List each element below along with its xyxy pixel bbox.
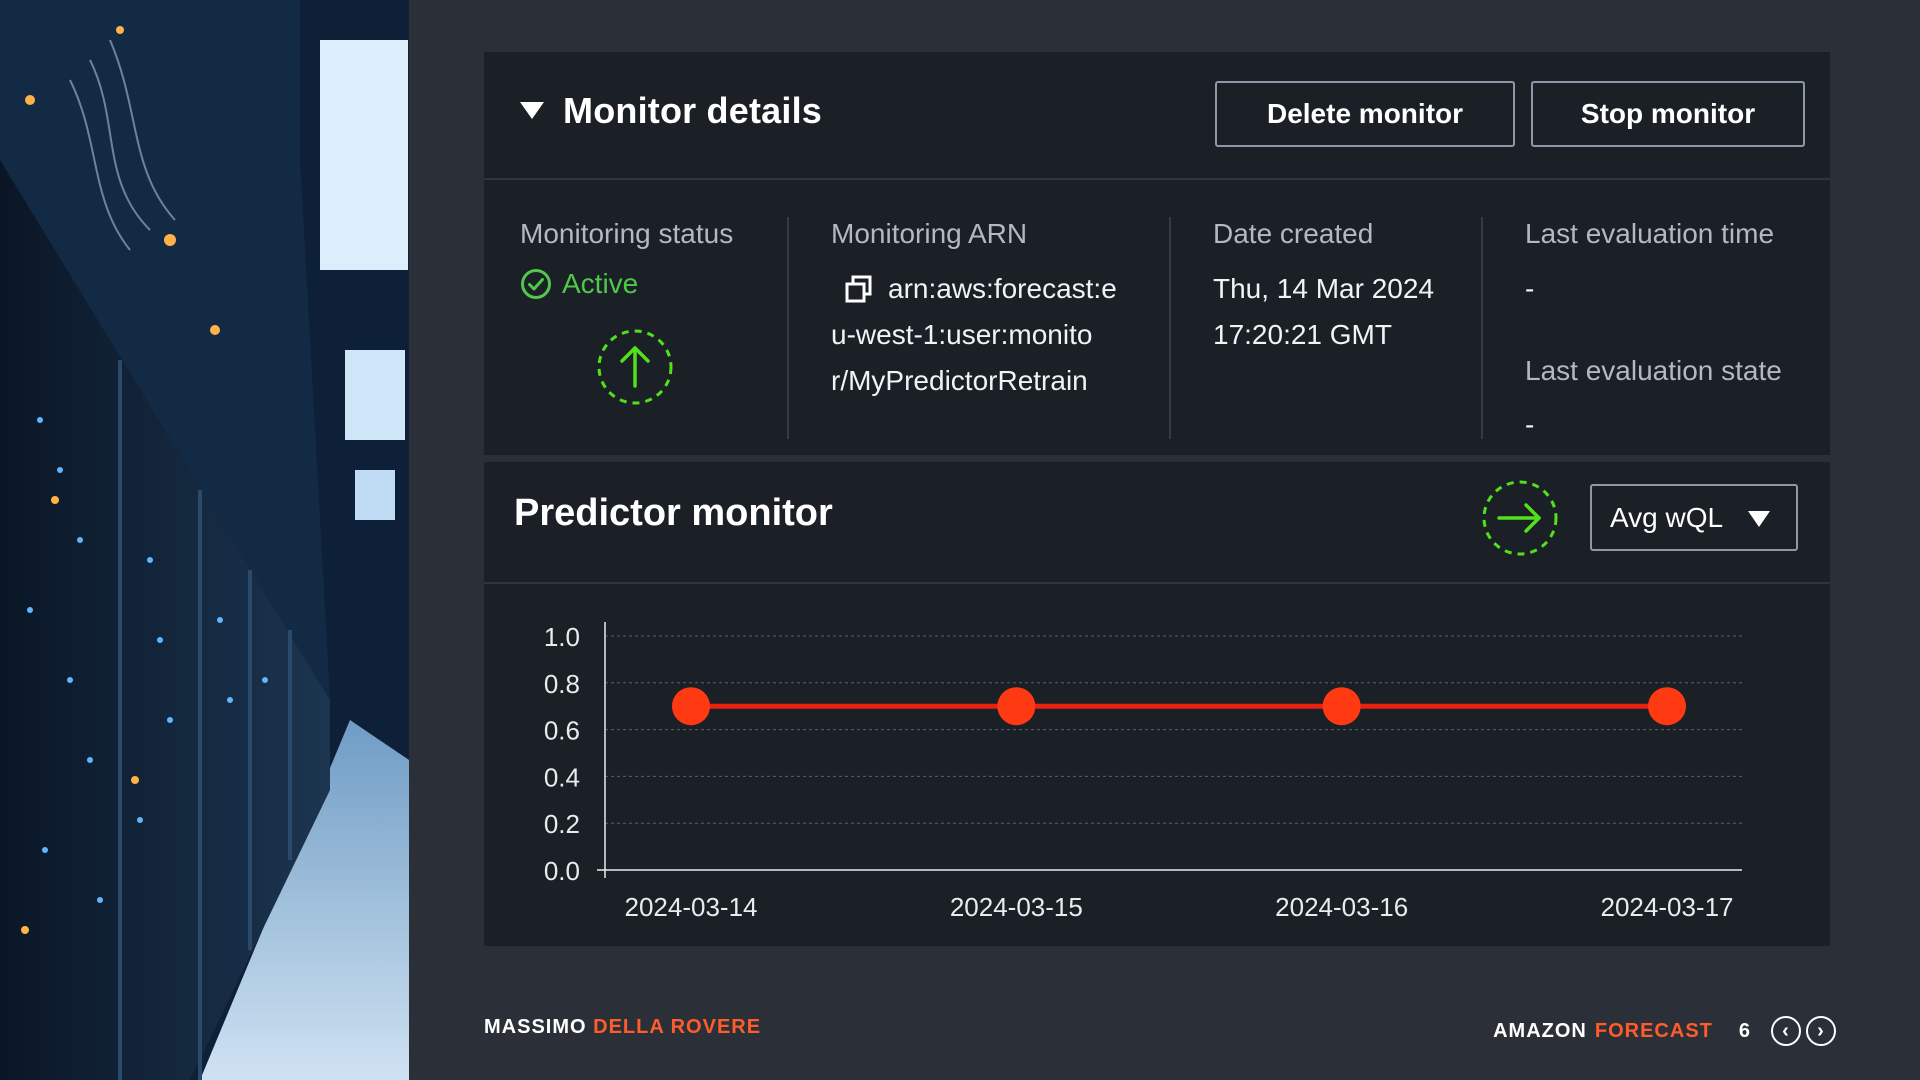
last-evaluation-state-value: - (1525, 409, 1535, 440)
x-tick-label: 2024-03-15 (950, 892, 1083, 922)
y-tick-label: 1.0 (544, 622, 580, 652)
date-created-label: Date created (1213, 218, 1374, 249)
arrow-up-circle-icon (597, 329, 673, 405)
last-evaluation-state-label: Last evaluation state (1525, 355, 1782, 386)
x-tick-label: 2024-03-16 (1275, 892, 1408, 922)
monitor-details-columns: Monitoring status Active Monitoring ARN (484, 180, 1830, 455)
monitor-details-panel: Monitor details Delete monitor Stop moni… (484, 52, 1830, 455)
predictor-monitor-chart: 0.0 0.2 0.4 0.6 0.8 1.0 2024-03-14 2024-03-15 20… (484, 586, 1830, 946)
predictor-monitor-header: Predictor monitor Avg wQL (484, 462, 1830, 584)
product-name-a: AMAZON (1493, 1019, 1587, 1042)
data-point (1648, 687, 1686, 726)
product-name-b: FORECAST (1594, 1019, 1713, 1042)
footer-author: MASSIMO DELLA ROVERE (484, 1016, 761, 1039)
caret-down-icon[interactable] (520, 102, 544, 119)
predictor-monitor-panel: Predictor monitor Avg wQL 0.0 0.2 0.4 0.6 0.… (484, 462, 1830, 946)
predictor-monitor-title: Predictor monitor (514, 492, 833, 534)
monitoring-arn-line-2: u-west-1:user:monito (831, 319, 1093, 350)
last-evaluation-column: Last evaluation time - Last evaluation s… (1483, 180, 1830, 455)
page-number: 6 (1738, 1019, 1750, 1042)
caret-down-icon (1748, 511, 1770, 527)
server-room-photo (0, 0, 409, 1080)
y-tick-label: 0.0 (544, 856, 580, 886)
delete-monitor-button[interactable]: Delete monitor (1215, 81, 1515, 147)
check-circle-icon (521, 269, 551, 299)
monitoring-arn-label: Monitoring ARN (831, 218, 1028, 249)
y-tick-label: 0.8 (544, 669, 580, 699)
monitor-details-header: Monitor details Delete monitor Stop moni… (484, 52, 1830, 180)
line-chart: 0.0 0.2 0.4 0.6 0.8 1.0 2024-03-14 2024-03-15 20… (544, 622, 1742, 922)
copy-icon[interactable] (844, 274, 874, 304)
date-created-line-1: Thu, 14 Mar 2024 (1213, 273, 1435, 304)
monitoring-status-label: Monitoring status (520, 218, 734, 249)
metric-select-value: Avg wQL (1610, 501, 1724, 533)
author-last-name: DELLA ROVERE (593, 1016, 762, 1038)
chevron-left-icon[interactable]: ‹ (1771, 1016, 1801, 1046)
monitoring-arn-column: Monitoring ARN arn:aws:forecast:e u-west… (789, 180, 1169, 455)
last-evaluation-time-label: Last evaluation time (1525, 218, 1775, 249)
footer-product: AMAZON FORECAST 6 ‹ › (1493, 1016, 1836, 1046)
y-tick-label: 0.2 (544, 809, 580, 839)
date-created-line-2: 17:20:21 GMT (1213, 319, 1392, 350)
date-created-column: Date created Thu, 14 Mar 2024 17:20:21 G… (1171, 180, 1481, 455)
monitoring-status-value: Active (562, 268, 639, 299)
chevron-right-icon[interactable]: › (1806, 1016, 1836, 1046)
x-tick-label: 2024-03-14 (625, 892, 758, 922)
stop-monitor-button[interactable]: Stop monitor (1531, 81, 1805, 147)
data-point (672, 687, 710, 726)
monitoring-arn-line-3: r/MyPredictorRetrain (831, 365, 1088, 396)
last-evaluation-time-value: - (1525, 273, 1535, 304)
data-point (997, 687, 1036, 726)
status-badge: Active (520, 268, 638, 300)
x-tick-label: 2024-03-17 (1601, 892, 1734, 922)
arrow-right-circle-icon (1482, 480, 1558, 556)
y-tick-label: 0.4 (544, 762, 580, 792)
monitor-details-title[interactable]: Monitor details (563, 90, 822, 132)
monitoring-arn-line-1: arn:aws:forecast:e (888, 273, 1117, 304)
author-first-name: MASSIMO (484, 1016, 587, 1038)
y-tick-label: 0.6 (544, 716, 580, 746)
metric-select[interactable]: Avg wQL (1590, 484, 1798, 551)
data-point (1322, 687, 1361, 726)
monitoring-status-column: Monitoring status Active (484, 180, 787, 455)
